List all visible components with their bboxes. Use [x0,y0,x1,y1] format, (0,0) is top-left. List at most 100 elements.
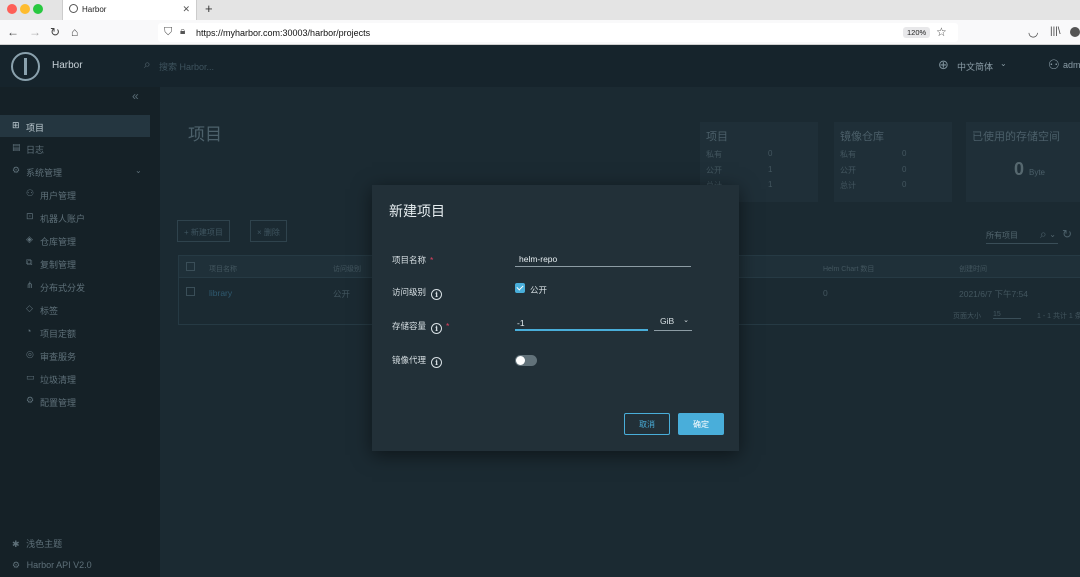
new-tab-icon[interactable]: + [205,1,213,16]
column-header[interactable]: 创建时间 [959,264,987,274]
back-icon[interactable]: ← [7,25,19,39]
globe-icon[interactable]: ⊕ [938,57,949,73]
search-icon[interactable]: ⌕ [1040,227,1047,242]
lock-icon[interactable]: 🔒︎ [180,26,185,37]
sidebar-item-label: 用户管理 [40,191,77,201]
user-icon[interactable]: ⚇ [1048,57,1060,73]
stat-row: 总计 0 [840,180,907,190]
stat-row: 私有 0 [706,149,773,159]
sidebar-item-replication[interactable]: ⧉ 复制管理 [0,252,150,274]
harbor-logo-icon[interactable] [11,52,40,81]
public-checkbox[interactable] [515,283,525,293]
required-marker: * [446,321,450,331]
theme-icon: ✱ [12,539,20,549]
confirm-button[interactable]: 确定 [678,413,724,435]
info-icon[interactable]: i [431,357,443,368]
language-selector[interactable]: 中文简体 [957,60,993,73]
info-icon[interactable]: i [431,323,443,334]
zoom-level-badge[interactable]: 120% [903,27,931,38]
browser-nav-bar: ← → ↻ ⌂ ⛉ 🔒︎ https://myharbor.com:30003/… [0,20,1080,45]
sidebar-item-robots[interactable]: ⊡ 机器人账户 [0,206,150,228]
sidebar-item-label: 配置管理 [40,398,77,408]
page-title: 项目 [188,125,222,144]
browser-tab[interactable]: Harbor ✕ [62,0,197,20]
maximize-window-icon[interactable] [33,4,43,14]
repos-stat-card: 镜像仓库 私有 0 公开 0 总计 0 [834,122,952,202]
column-header[interactable]: 项目名称 [209,264,237,274]
profile-icon[interactable] [1070,27,1080,37]
access-level-label-text: 访问级别 [392,287,427,297]
url-bar[interactable]: ⛉ 🔒︎ https://myharbor.com:30003/harbor/p… [158,23,958,42]
harbor-favicon-icon [69,4,78,13]
column-header[interactable]: Helm Chart 数目 [823,264,874,274]
theme-label: 浅色主题 [26,539,63,549]
sidebar-item-logs[interactable]: ▤ 日志 [0,137,150,159]
project-name-label-text: 项目名称 [392,255,427,265]
api-link[interactable]: ⚙ Harbor API V2.0 [12,560,92,571]
tab-title: Harbor [82,5,107,14]
refresh-icon[interactable]: ↻ [1062,227,1072,241]
label-icon: ◇ [26,303,33,313]
brand-name[interactable]: Harbor [52,60,83,71]
proxy-cache-label: 镜像代理 i [392,354,443,368]
sidebar-item-config[interactable]: ⚙ 配置管理 [0,390,150,412]
distribution-icon: ⋔ [26,280,34,290]
sidebar-item-gc[interactable]: ▭ 垃圾清理 [0,367,150,389]
public-checkbox-label[interactable]: 公开 [530,284,547,296]
home-icon[interactable]: ⌂ [71,25,78,39]
info-icon[interactable]: i [431,289,443,300]
cancel-button[interactable]: 取消 [624,413,670,435]
chevron-down-icon[interactable]: ⌄ [1000,59,1007,68]
scanner-icon: ◎ [26,349,34,359]
project-name-input[interactable] [515,251,691,267]
registry-icon: ◈ [26,234,33,244]
shield-icon[interactable]: ⛉ [164,26,172,39]
forward-icon[interactable]: → [29,25,41,39]
delete-button[interactable]: × 删除 [250,220,287,242]
sidebar-item-distribution[interactable]: ⋔ 分布式分发 [0,275,150,297]
search-icon[interactable]: ⌕ [144,57,151,72]
quota-icon: ◔ [26,326,32,336]
project-filter-select[interactable]: 所有项目 ⌄ [986,230,1058,244]
url-text[interactable]: https://myharbor.com:30003/harbor/projec… [196,28,370,38]
storage-unit-select[interactable]: GiB ⌄ [654,316,692,331]
stat-row: 公开 0 [840,165,907,175]
sidebar-item-quotas[interactable]: ◔ 项目定额 [0,321,150,343]
logs-icon: ▤ [12,142,21,152]
sidebar-item-admin[interactable]: ⚙ 系统管理 ⌄ [0,160,150,182]
access-level-label: 访问级别 i [392,286,443,300]
minimize-window-icon[interactable] [20,4,30,14]
sidebar-item-scanners[interactable]: ◎ 审查服务 [0,344,150,366]
sidebar-item-registries[interactable]: ◈ 仓库管理 [0,229,150,251]
user-menu[interactable]: admin [1063,60,1080,70]
sidebar-item-projects[interactable]: ⊞ 项目 [0,115,150,137]
pagination-total: 1 - 1 共计 1 条记录 [1037,313,1080,320]
pocket-icon[interactable]: ◡ [1028,25,1038,39]
collapse-sidebar-icon[interactable]: « [132,89,139,103]
column-header[interactable]: 访问级别 [333,264,361,274]
select-all-checkbox[interactable] [186,262,195,271]
tab-close-icon[interactable]: ✕ [182,4,190,15]
theme-toggle[interactable]: ✱ 浅色主题 [12,537,62,550]
global-search-input[interactable]: 搜索 Harbor... [159,60,214,73]
library-icon[interactable]: |||\ [1050,25,1061,39]
sidebar-item-label: 复制管理 [40,260,77,270]
sidebar-item-users[interactable]: ⚇ 用户管理 [0,183,150,205]
sidebar-item-labels[interactable]: ◇ 标签 [0,298,150,320]
storage-unit-value: GiB [660,316,675,326]
storage-quota-input[interactable] [515,316,648,331]
users-icon: ⚇ [26,188,35,198]
proxy-cache-toggle[interactable] [515,355,537,366]
reload-icon[interactable]: ↻ [50,25,60,39]
new-project-button[interactable]: + 新建项目 [177,220,230,242]
stat-row: 私有 0 [840,149,907,159]
row-checkbox[interactable] [186,287,195,296]
page-size-select[interactable]: 15 [993,311,1021,319]
bookmark-star-icon[interactable]: ☆ [936,25,947,39]
new-project-modal: 新建项目 项目名称* 访问级别i 公开 存储容量i* GiB ⌄ 镜像代理i 取… [372,185,739,451]
project-name-link[interactable]: library [209,288,232,298]
page-size-label: 页面大小 [953,313,981,320]
close-window-icon[interactable] [7,4,17,14]
created-time-cell: 2021/6/7 下午7:54 [959,289,1028,299]
access-level-cell: 公开 [333,289,351,299]
